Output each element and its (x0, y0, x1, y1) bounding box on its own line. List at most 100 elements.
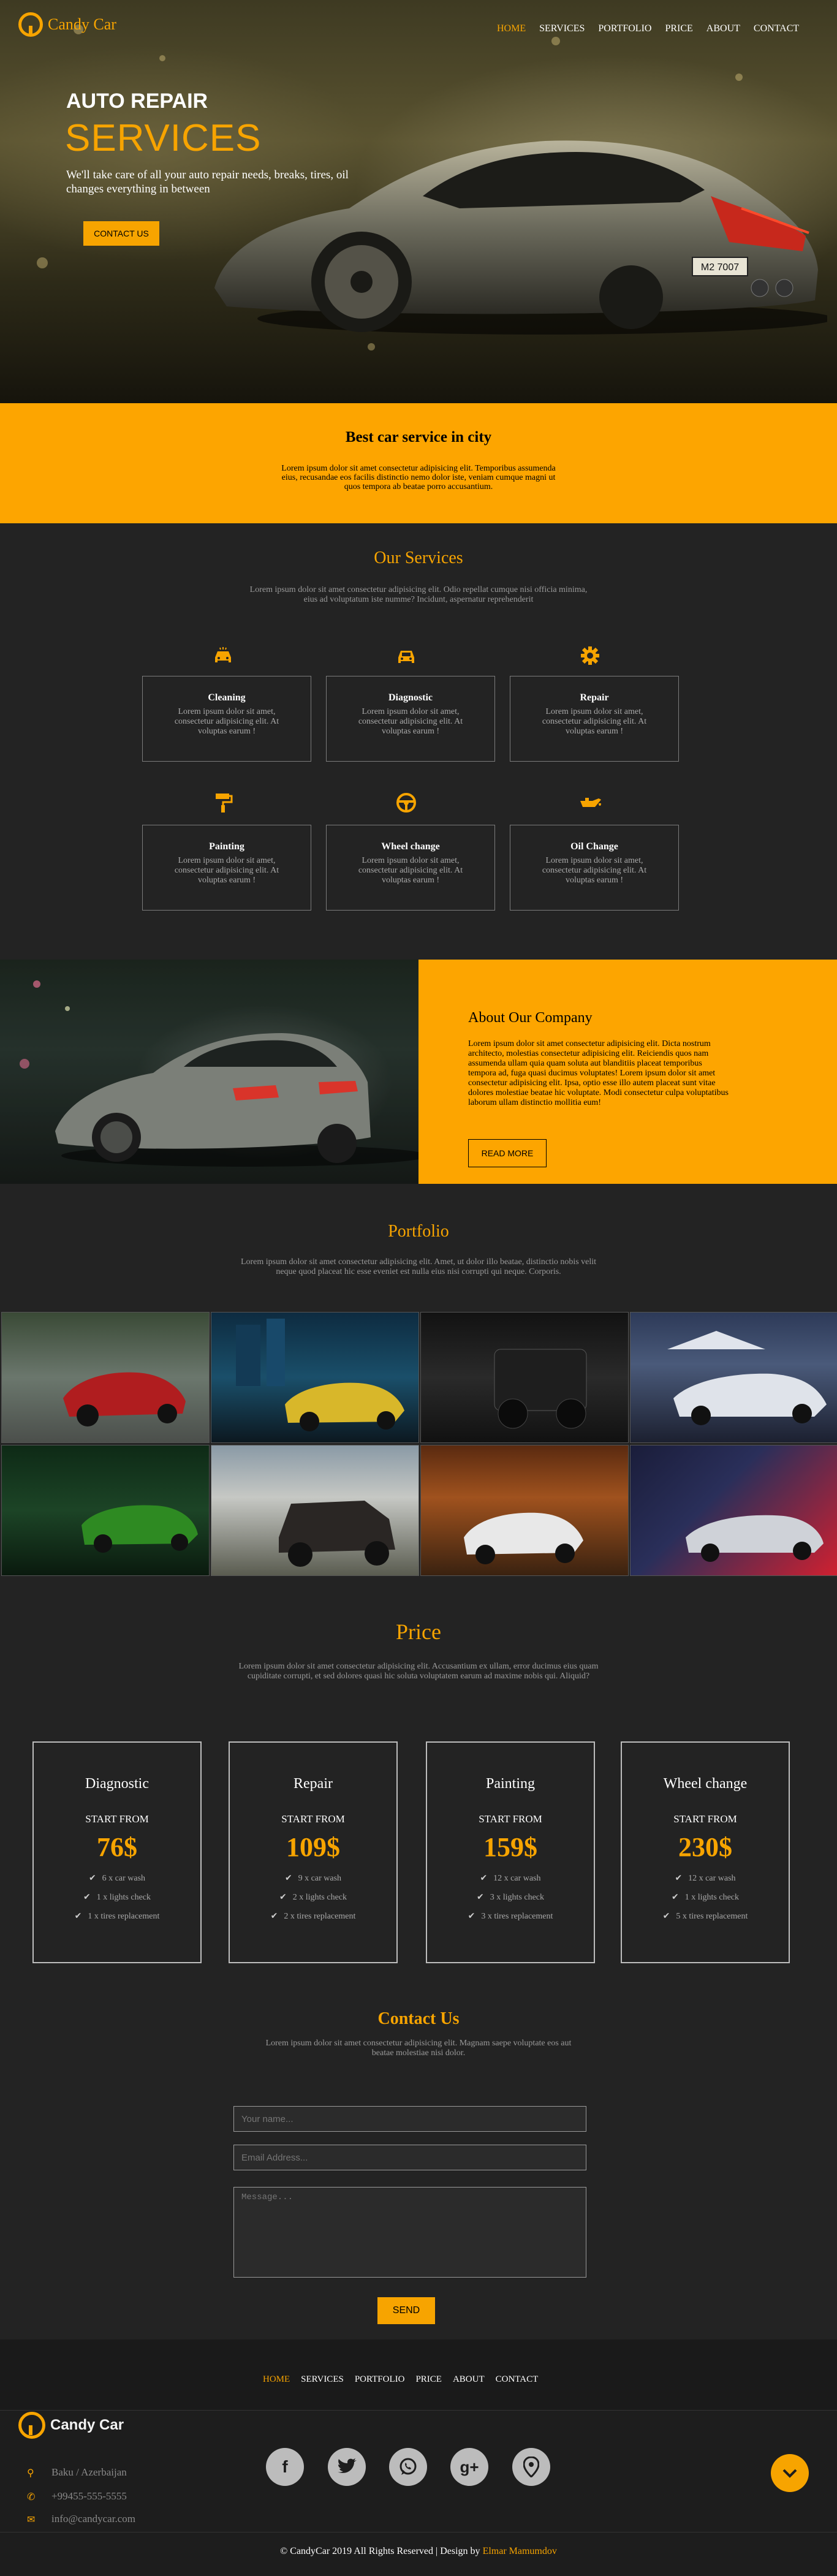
about-car-image (0, 960, 418, 1184)
portfolio-image-white-bmw[interactable] (420, 1445, 629, 1576)
price-card-repair[interactable]: Repair START FROM 109$ ✔ 9 x car wash ✔ 2 … (229, 1741, 398, 1963)
plan-price: 109$ (286, 1832, 340, 1862)
brand-logo[interactable]: Candy Car (18, 12, 116, 37)
portfolio-image-yellow-bmw[interactable] (211, 1312, 419, 1443)
name-input[interactable] (233, 2106, 586, 2132)
portfolio-image-bmw-x5[interactable] (211, 1445, 419, 1576)
footer-nav-about[interactable]: ABOUT (453, 2374, 485, 2385)
email-field[interactable] (233, 2145, 586, 2170)
oil-can-icon (572, 787, 608, 818)
plan-feature: ✔ 1 x lights check (83, 1892, 151, 1902)
plan-feature: ✔ 1 x tires replacement (74, 1911, 160, 1921)
designer-link[interactable]: Elmar Mamumdov (483, 2546, 557, 2556)
footer-nav-contact[interactable]: CONTACT (496, 2374, 539, 2385)
nav-home[interactable]: HOME (497, 23, 526, 34)
service-card-diagnostic[interactable]: Diagnostic Lorem ipsum dolor sit amet, c… (326, 676, 495, 762)
twitter-icon[interactable] (328, 2448, 366, 2486)
service-desc: Lorem ipsum dolor sit amet, consectetur … (174, 707, 279, 736)
service-name: Oil Change (570, 841, 618, 852)
message-textarea[interactable] (233, 2187, 586, 2278)
nav-about[interactable]: ABOUT (706, 23, 740, 34)
price-subtitle: Lorem ipsum dolor sit amet consectetur a… (238, 1662, 599, 1681)
read-more-button[interactable]: READ MORE (468, 1139, 547, 1167)
plan-name: Wheel change (663, 1776, 748, 1792)
service-name: Cleaning (208, 692, 246, 703)
check-icon: ✔ (270, 1911, 278, 1921)
service-card-oil-change[interactable]: Oil Change Lorem ipsum dolor sit amet, c… (510, 825, 679, 911)
service-desc: Lorem ipsum dolor sit amet, consectetur … (542, 856, 647, 885)
plan-feature: ✔ 6 x car wash (88, 1873, 146, 1883)
whatsapp-icon[interactable] (389, 2448, 427, 2486)
service-desc: Lorem ipsum dolor sit amet, consectetur … (174, 856, 279, 885)
price-card-wheel-change[interactable]: Wheel change START FROM 230$ ✔ 12 x car w… (621, 1741, 790, 1963)
map-marker-icon[interactable] (512, 2448, 550, 2486)
service-desc: Lorem ipsum dolor sit amet, consectetur … (542, 707, 647, 736)
hero-car-image: M2 7007 (214, 140, 827, 335)
portfolio-image-green-bmw[interactable] (1, 1445, 210, 1576)
hero-title-line2: SERVICES (65, 117, 262, 159)
footer-logo[interactable]: Candy Car (18, 2412, 124, 2439)
footer-nav-portfolio[interactable]: PORTFOLIO (355, 2374, 405, 2385)
plan-name: Painting (485, 1776, 535, 1792)
service-card-painting[interactable]: Painting Lorem ipsum dolor sit amet, con… (142, 825, 311, 911)
price-card-diagnostic[interactable]: Diagnostic START FROM 76$ ✔ 6 x car wash … (32, 1741, 202, 1963)
check-icon: ✔ (284, 1873, 292, 1883)
portfolio-title: Portfolio (388, 1222, 449, 1241)
services-subtitle: Lorem ipsum dolor sit amet consectetur a… (249, 585, 588, 604)
plan-name: Diagnostic (85, 1776, 149, 1792)
nav-contact[interactable]: CONTACT (754, 23, 799, 34)
footer-email[interactable]: ✉ info@candycar.com (27, 2513, 135, 2525)
footer-nav-home[interactable]: HOME (263, 2374, 290, 2385)
portfolio-image-concept-car[interactable] (630, 1445, 837, 1576)
facebook-icon[interactable]: f (266, 2448, 304, 2486)
plan-feature: ✔ 5 x tires replacement (662, 1911, 748, 1921)
portfolio-image-red-bmw[interactable] (1, 1312, 210, 1443)
footer-phone: ✆ +99455-555-5555 (27, 2490, 127, 2502)
check-icon: ✔ (279, 1892, 287, 1902)
nav-portfolio[interactable]: PORTFOLIO (598, 23, 651, 34)
footer-menu: HOME SERVICES PORTFOLIO PRICE ABOUT CONT… (263, 2374, 538, 2385)
service-name: Painting (209, 841, 244, 852)
scroll-button[interactable] (771, 2454, 809, 2492)
check-icon: ✔ (83, 1892, 91, 1902)
plan-name: Repair (294, 1776, 333, 1792)
portfolio-image-white-i8[interactable] (630, 1312, 837, 1443)
check-icon: ✔ (675, 1873, 683, 1883)
nav-services[interactable]: SERVICES (539, 23, 585, 34)
license-plate: M2 7007 (701, 262, 739, 273)
plan-feature: ✔ 12 x car wash (480, 1873, 541, 1883)
footer-nav-price[interactable]: PRICE (415, 2374, 442, 2385)
service-card-cleaning[interactable]: Cleaning Lorem ipsum dolor sit amet, con… (142, 676, 311, 762)
best-service-text: Lorem ipsum dolor sit amet consectetur a… (281, 464, 556, 491)
diagnostic-car-icon (388, 640, 425, 671)
plan-feature: ✔ 3 x lights check (477, 1892, 544, 1902)
services-title: Our Services (374, 548, 463, 567)
plan-price: 230$ (678, 1832, 732, 1862)
service-name: Repair (580, 692, 609, 703)
logo-icon (18, 12, 43, 37)
about-title: About Our Company (468, 1010, 593, 1026)
price-card-painting[interactable]: Painting START FROM 159$ ✔ 12 x car wash … (426, 1741, 595, 1963)
service-card-repair[interactable]: Repair Lorem ipsum dolor sit amet, conse… (510, 676, 679, 762)
plan-price: 76$ (97, 1832, 137, 1862)
google-plus-icon[interactable]: g+ (450, 2448, 488, 2486)
check-icon: ✔ (477, 1892, 484, 1902)
service-card-wheel-change[interactable]: Wheel change Lorem ipsum dolor sit amet,… (326, 825, 495, 911)
portfolio-image-black-suv[interactable] (420, 1312, 629, 1443)
check-icon: ✔ (662, 1911, 670, 1921)
plan-feature: ✔ 12 x car wash (675, 1873, 736, 1883)
plan-feature: ✔ 2 x lights check (279, 1892, 347, 1902)
send-button[interactable]: SEND (377, 2297, 435, 2324)
footer-address: ⚲ Baku / Azerbaijan (27, 2466, 127, 2479)
contact-us-button[interactable]: CONTACT US (83, 221, 159, 246)
plan-price: 159$ (483, 1832, 537, 1862)
check-icon: ✔ (672, 1892, 679, 1902)
brand-name: Candy Car (48, 15, 116, 33)
check-icon: ✔ (74, 1911, 82, 1921)
footer-nav: HOME SERVICES PORTFOLIO PRICE ABOUT CONT… (0, 2339, 837, 2410)
phone-icon: ✆ (27, 2490, 36, 2502)
footer-nav-services[interactable]: SERVICES (301, 2374, 344, 2385)
about-panel: About Our Company Lorem ipsum dolor sit … (418, 960, 837, 1184)
nav-price[interactable]: PRICE (665, 23, 692, 34)
footer: Candy Car ⚲ Baku / Azerbaijan ✆ +99455-5… (0, 2410, 837, 2576)
